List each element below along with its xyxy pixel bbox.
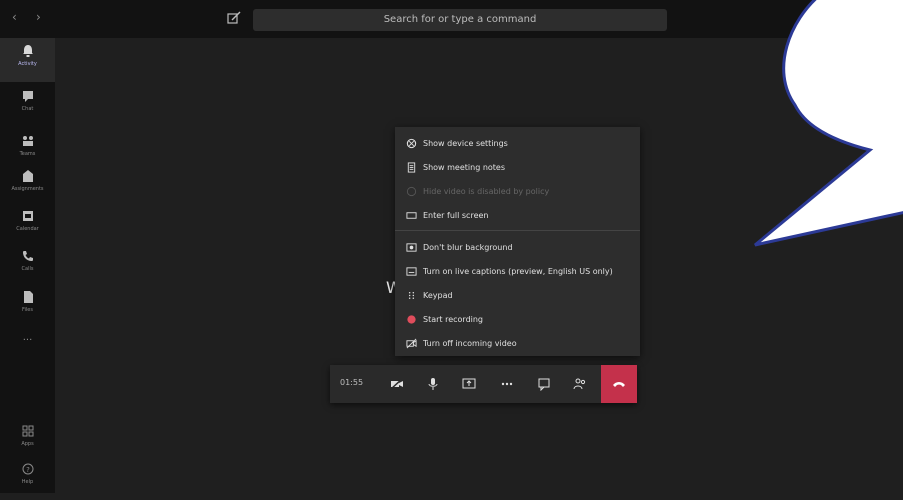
apps-icon [22,425,33,437]
hang-up-icon [613,382,625,387]
svg-text:?: ? [26,466,30,474]
call-timer: 01:55 [340,378,364,387]
menu-item-hide-video-disabled: Hide video is disabled by policy [395,180,640,202]
chevron-left-icon[interactable]: ‹ [12,10,17,24]
captions-icon [405,265,417,277]
video-off-icon [405,337,417,349]
sidebar-item-chat[interactable]: Chat [0,83,55,127]
sidebar-item-label: Calendar [16,226,39,232]
sidebar-item-label: Chat [21,106,34,112]
menu-item-full-screen[interactable]: Enter full screen [395,204,640,226]
help-icon: ? [22,463,33,475]
sidebar-item-label: Help [21,479,34,485]
sidebar-item-calendar[interactable]: Calendar [0,203,55,247]
bell-icon [22,45,33,57]
menu-item-keypad[interactable]: Keypad [395,284,640,306]
menu-item-label: Hide video is disabled by policy [423,186,550,196]
teams-icon [22,136,33,146]
menu-item-label: Turn off incoming video [423,338,517,348]
sidebar-item-label: Files [22,307,33,313]
more-actions-menu: Show device settings Show meeting notes … [395,127,640,356]
more-apps-button[interactable]: ... [0,328,55,372]
menu-item-label: Don't blur background [423,242,513,252]
more-actions-button[interactable] [492,365,522,403]
file-icon [23,291,33,303]
record-icon [405,313,417,325]
search-input[interactable]: Search for or type a command [253,9,667,31]
microphone-icon [428,378,438,390]
hang-up-button[interactable] [601,365,637,403]
camera-toggle-button[interactable] [382,365,412,403]
mic-toggle-button[interactable] [418,365,448,403]
sidebar-item-label: Activity [18,61,37,67]
menu-item-label: Show meeting notes [423,162,506,172]
app-rail: Activity Chat Teams Assignments Calendar… [0,38,55,493]
call-controls-bar: 01:55 [330,365,637,403]
sidebar-item-help[interactable]: ? Help [0,456,55,500]
camera-off-icon [390,378,403,390]
conversation-button[interactable] [529,365,559,403]
menu-item-label: Start recording [423,314,484,324]
chevron-right-icon[interactable]: › [36,10,41,24]
menu-item-blur-background[interactable]: Don't blur background [395,236,640,258]
notes-icon [405,161,417,173]
people-icon [573,378,586,390]
chat-icon [22,91,33,102]
menu-divider [395,230,640,231]
menu-item-label: Enter full screen [423,210,489,220]
compose-icon[interactable] [226,10,242,26]
share-screen-button[interactable] [454,365,484,403]
sidebar-item-activity[interactable]: Activity [0,38,55,82]
more-icon: ... [22,332,33,343]
menu-item-meeting-notes[interactable]: Show meeting notes [395,156,640,178]
info-icon [405,185,417,197]
menu-item-label: Show device settings [423,138,508,148]
assignments-icon [22,170,33,182]
sidebar-item-label: Assignments [11,186,44,192]
keypad-icon [405,289,417,301]
title-bar: ‹ › Search for or type a command [0,0,903,38]
sidebar-item-label: Teams [19,151,36,157]
sidebar-item-label: Calls [21,266,34,272]
gear-icon [405,137,417,149]
menu-item-device-settings[interactable]: Show device settings [395,132,640,154]
fullscreen-icon [405,209,417,221]
sidebar-item-assignments[interactable]: Assignments [0,163,55,207]
more-icon [501,382,513,386]
share-screen-icon [462,378,476,389]
participants-button[interactable] [565,365,595,403]
calendar-icon [22,211,33,221]
sidebar-item-calls[interactable]: Calls [0,243,55,287]
menu-item-label: Keypad [423,290,453,300]
menu-item-live-captions[interactable]: Turn on live captions (preview, English … [395,260,640,282]
chat-icon [538,378,550,391]
menu-item-start-recording[interactable]: Start recording [395,308,640,330]
blur-icon [405,241,417,253]
phone-icon [22,251,33,261]
sidebar-item-label: Apps [21,441,34,447]
sidebar-item-files[interactable]: Files [0,284,55,328]
menu-item-incoming-video[interactable]: Turn off incoming video [395,332,640,354]
menu-item-label: Turn on live captions (preview, English … [423,266,613,276]
